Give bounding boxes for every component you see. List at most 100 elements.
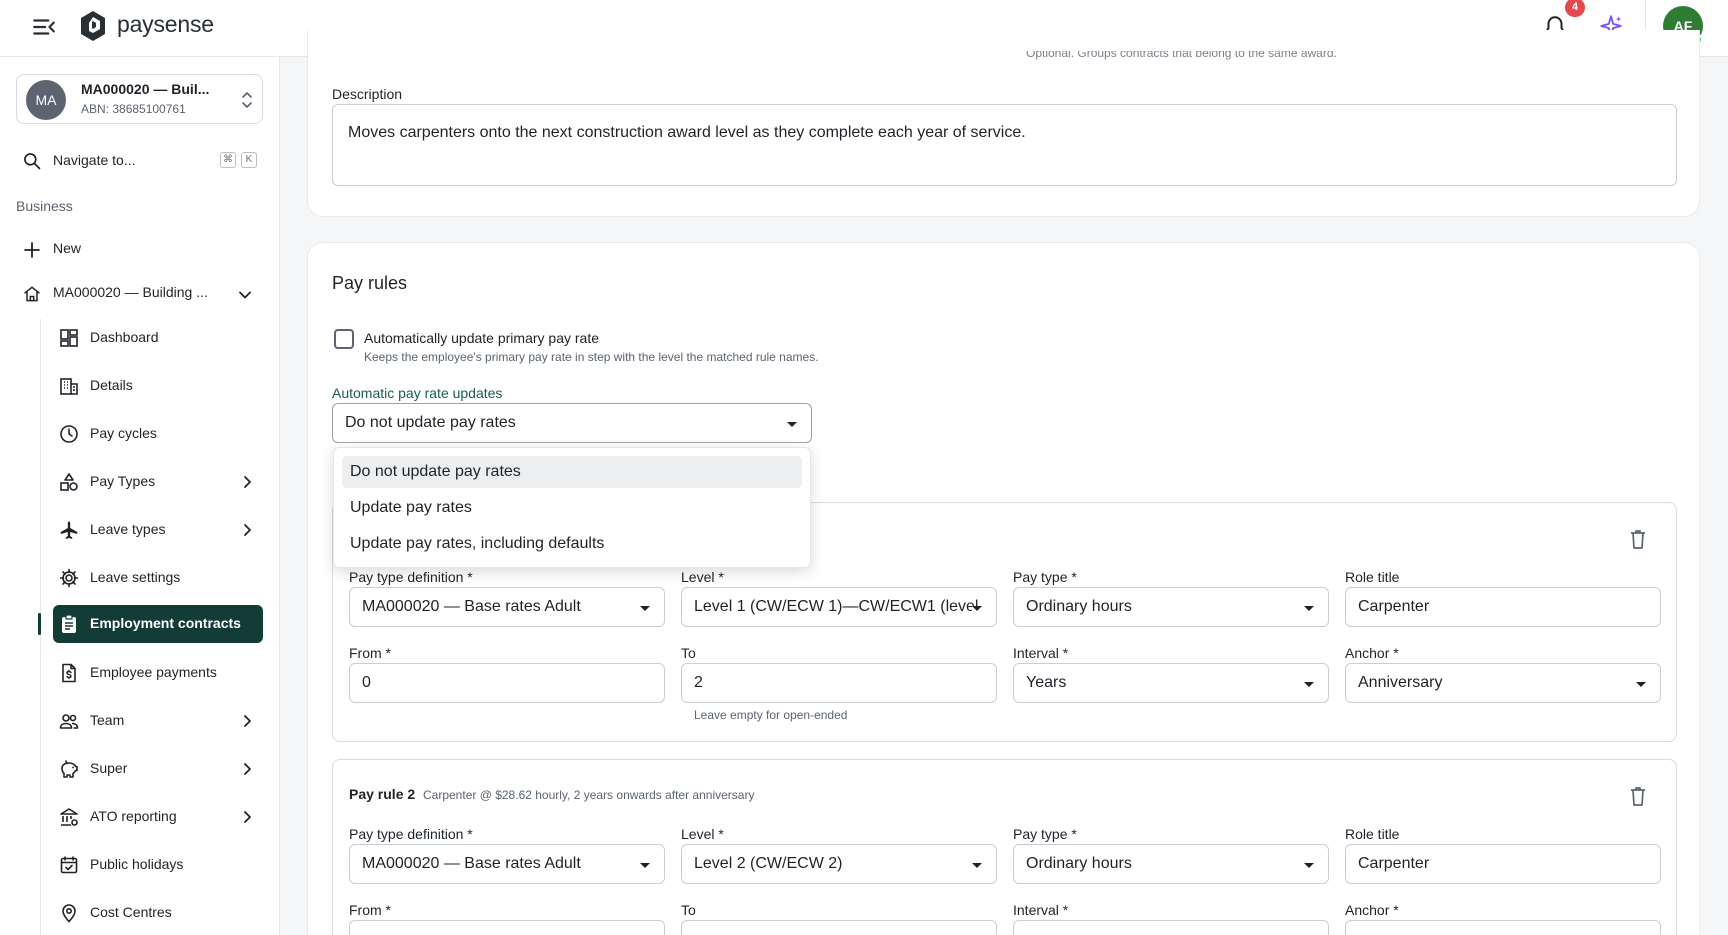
description-textarea[interactable]: Moves carpenters onto the next construct…: [332, 104, 1677, 186]
building-icon: [60, 378, 78, 395]
sidebar-item-label: Super: [90, 760, 128, 776]
shortcut-k-key: K: [241, 152, 257, 168]
bank-icon: [60, 808, 78, 826]
dropdown-caret-icon: [1304, 863, 1314, 868]
pay-type-definition-select[interactable]: MA000020 — Base rates Adult: [349, 844, 665, 884]
menu-option-update[interactable]: Update pay rates: [342, 492, 802, 524]
sidebar-item-team[interactable]: Team: [53, 702, 263, 740]
sidebar-item-pay-cycles[interactable]: Pay cycles: [53, 415, 263, 453]
anchor-label: Anchor *: [1345, 902, 1399, 918]
input-value: Carpenter: [1358, 598, 1430, 615]
auto-update-help: Keeps the employee's primary pay rate in…: [364, 350, 819, 364]
role-title-input[interactable]: Carpenter: [1345, 587, 1661, 627]
sidebar-item-employee-payments[interactable]: Employee payments: [53, 654, 263, 692]
navigate-label: Navigate to...: [53, 152, 136, 168]
dashboard-icon: [60, 329, 78, 347]
delete-rule-1-trash-icon[interactable]: [1628, 528, 1648, 550]
business-name: MA000020 — Buil...: [81, 81, 210, 97]
to-input[interactable]: [681, 920, 997, 935]
business-group-label: MA000020 — Building ...: [53, 284, 208, 300]
location-pin-icon: [62, 904, 76, 923]
interval-select[interactable]: Years: [1013, 663, 1329, 703]
auto-rate-updates-value: Do not update pay rates: [345, 414, 516, 431]
from-label: From *: [349, 902, 392, 918]
pay-rule-2-summary: Carpenter @ $28.62 hourly, 2 years onwar…: [423, 788, 755, 802]
level-label: Level *: [681, 569, 724, 585]
brand-name[interactable]: paysense: [117, 11, 214, 38]
input-value: 2: [694, 674, 703, 691]
level-select[interactable]: Level 2 (CW/ECW 2): [681, 844, 997, 884]
plus-icon: [24, 242, 40, 258]
auto-rate-updates-menu: Do not update pay rates Update pay rates…: [333, 447, 811, 568]
sidebar-item-super[interactable]: Super: [53, 750, 263, 788]
level-label: Level *: [681, 826, 724, 842]
business-avatar: MA: [26, 80, 66, 120]
level-select[interactable]: Level 1 (CW/ECW 1)—CW/ECW1 (level: [681, 587, 997, 627]
sidebar-item-details[interactable]: Details: [53, 367, 263, 405]
dropdown-caret-icon: [1304, 682, 1314, 687]
delete-rule-2-trash-icon[interactable]: [1628, 785, 1648, 807]
auto-update-checkbox[interactable]: [334, 329, 354, 349]
sidebar-item-label: Pay Types: [90, 473, 156, 489]
pay-type-label: Pay type *: [1013, 826, 1077, 842]
to-hint: Leave empty for open-ended: [694, 708, 848, 722]
description-label: Description: [332, 86, 403, 102]
people-icon: [59, 714, 79, 729]
paysense-logo-icon: [81, 11, 105, 41]
chevron-right-icon: [244, 476, 251, 488]
dropdown-caret-icon: [1636, 682, 1646, 687]
sidebar-item-ato-reporting[interactable]: ATO reporting: [53, 798, 263, 836]
active-nav-marker: [38, 613, 41, 635]
sidebar-item-label: Dashboard: [90, 329, 159, 345]
anchor-select[interactable]: Anniversary: [1345, 663, 1661, 703]
dollar-doc-icon: [62, 663, 76, 683]
sidebar-item-pay-types[interactable]: Pay Types: [53, 463, 263, 501]
label-text: Interval: [1013, 902, 1059, 918]
from-input[interactable]: [349, 920, 665, 935]
menu-option-update-with-defaults[interactable]: Update pay rates, including defaults: [342, 528, 802, 560]
clipboard-icon: [62, 614, 76, 633]
to-input[interactable]: 2: [681, 663, 997, 703]
label-text: From: [349, 645, 382, 661]
anchor-select[interactable]: [1345, 920, 1661, 935]
menu-option-do-not-update[interactable]: Do not update pay rates: [342, 456, 802, 488]
sidebar-item-dashboard[interactable]: Dashboard: [53, 319, 263, 357]
label-text: Pay type: [1013, 569, 1068, 585]
business-switcher[interactable]: MA MA000020 — Buil... ABN: 38685100761: [16, 74, 263, 124]
label-text: Level: [681, 826, 715, 842]
role-title-input[interactable]: Carpenter: [1345, 844, 1661, 884]
select-value: Level 1 (CW/ECW 1)—CW/ECW1 (level: [694, 598, 979, 615]
piggy-bank-icon: [61, 760, 78, 778]
sidebar-item-cost-centres[interactable]: Cost Centres: [53, 894, 263, 932]
navigate-search[interactable]: Navigate to... ⌘ K: [20, 149, 260, 175]
dropdown-caret-icon: [972, 863, 982, 868]
section-label-business: Business: [16, 198, 73, 214]
chevron-right-icon: [244, 763, 251, 775]
pay-type-select[interactable]: Ordinary hours: [1013, 844, 1329, 884]
interval-label: Interval *: [1013, 645, 1069, 661]
menu-toggle-icon[interactable]: [31, 14, 57, 40]
clock-icon: [60, 425, 78, 443]
input-value: Carpenter: [1358, 855, 1430, 872]
select-value: MA000020 — Base rates Adult: [362, 855, 581, 872]
interval-select[interactable]: [1013, 920, 1329, 935]
sidebar-item-leave-settings[interactable]: Leave settings: [53, 559, 263, 597]
dropdown-caret-icon: [640, 863, 650, 868]
sidebar-item-leave-types[interactable]: Leave types: [53, 511, 263, 549]
auto-rate-updates-select[interactable]: Do not update pay rates: [332, 403, 812, 443]
input-value: 0: [362, 674, 371, 691]
label-text: Level: [681, 569, 715, 585]
pay-type-definition-select[interactable]: MA000020 — Base rates Adult: [349, 587, 665, 627]
new-business-button[interactable]: New: [22, 238, 222, 262]
sidebar-item-public-holidays[interactable]: Public holidays: [53, 846, 263, 884]
pay-type-select[interactable]: Ordinary hours: [1013, 587, 1329, 627]
auto-update-label[interactable]: Automatically update primary pay rate: [364, 330, 599, 346]
from-input[interactable]: 0: [349, 663, 665, 703]
chevron-right-icon: [244, 811, 251, 823]
auto-rate-updates-label: Automatic pay rate updates: [332, 385, 503, 401]
business-group-toggle[interactable]: MA000020 — Building ...: [22, 282, 262, 306]
sidebar-item-label: Leave types: [90, 521, 166, 537]
new-label: New: [53, 240, 82, 256]
sidebar-item-employment-contracts[interactable]: Employment contracts: [53, 605, 263, 643]
label-text: Pay type: [1013, 826, 1068, 842]
